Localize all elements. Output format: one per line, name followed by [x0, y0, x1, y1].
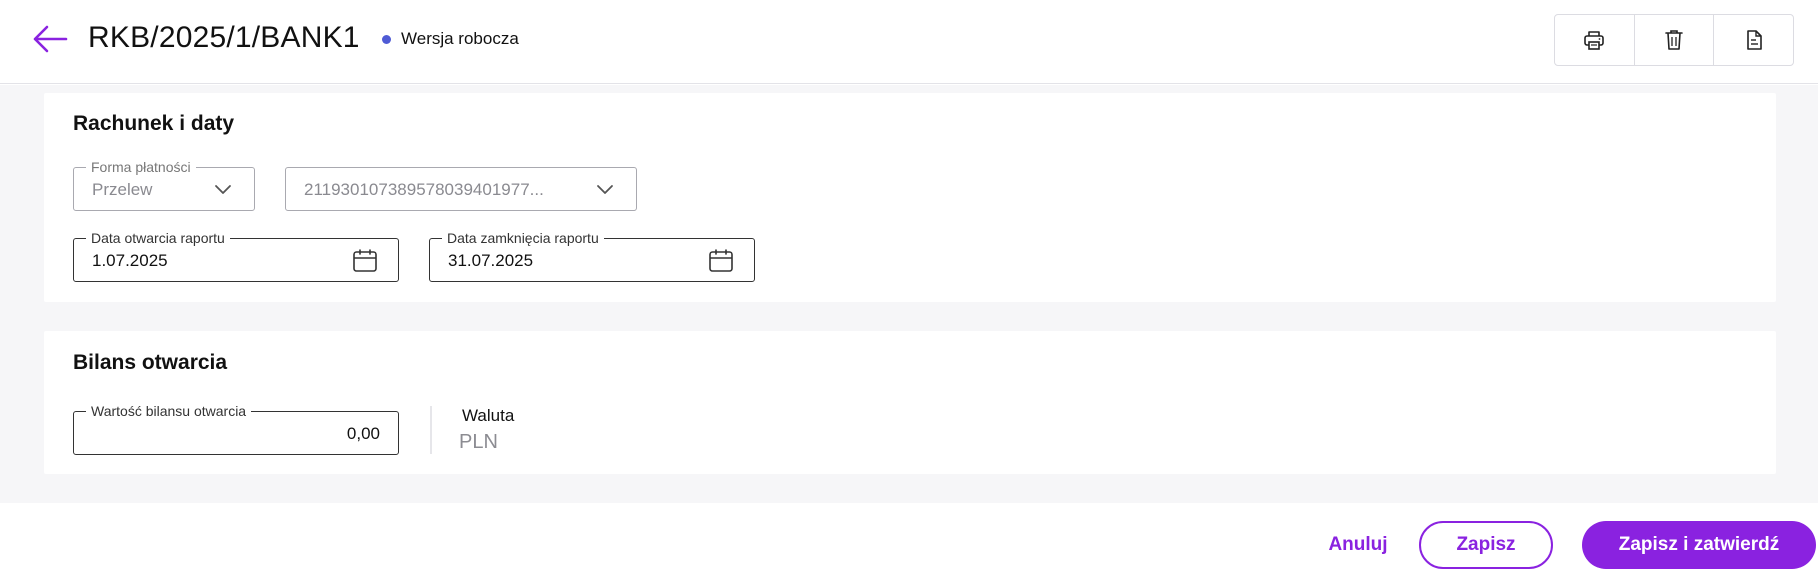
opening-balance-card: Bilans otwarcia Wartość bilansu otwarcia… — [44, 331, 1776, 474]
calendar-icon[interactable] — [352, 248, 378, 274]
section-title: Rachunek i daty — [73, 112, 235, 135]
printer-icon — [1584, 31, 1605, 50]
trash-icon — [1665, 30, 1683, 50]
status-badge: Wersja robocza — [382, 28, 519, 50]
field-value: 1.07.2025 — [92, 251, 168, 270]
arrow-left-icon — [33, 25, 68, 53]
save-and-confirm-button[interactable]: Zapisz i zatwierdź — [1582, 521, 1816, 569]
page-title: RKB/2025/1/BANK1 — [88, 21, 360, 54]
calendar-icon[interactable] — [708, 248, 734, 274]
cancel-button[interactable]: Anuluj — [1316, 522, 1400, 568]
status-label: Wersja robocza — [401, 29, 519, 48]
divider — [430, 406, 432, 454]
page-header: RKB/2025/1/BANK1 Wersja robocza — [0, 0, 1818, 84]
field-value: 0,00 — [346, 424, 380, 443]
account-dates-card: Rachunek i daty Forma płatności Przelew … — [44, 93, 1776, 302]
action-toolbar — [1554, 14, 1794, 66]
field-label: Data otwarcia raportu — [86, 229, 230, 247]
section-title: Bilans otwarcia — [73, 351, 228, 374]
close-date-field[interactable]: Data zamknięcia raportu 31.07.2025 — [429, 229, 755, 282]
field-label: Wartość bilansu otwarcia — [86, 402, 252, 420]
payment-form-select[interactable]: Forma płatności Przelew — [73, 158, 255, 211]
field-value: Przelew — [92, 180, 153, 199]
field-label: Forma płatności — [86, 158, 196, 176]
field-value: 211930107389578039401977... — [304, 180, 544, 199]
delete-button[interactable] — [1633, 15, 1714, 65]
opening-balance-input[interactable]: Wartość bilansu otwarcia 0,00 — [73, 402, 399, 455]
currency-value: PLN — [459, 431, 498, 453]
bank-account-select[interactable]: 211930107389578039401977... — [285, 167, 637, 211]
status-dot-icon — [382, 34, 391, 44]
save-button[interactable]: Zapisz — [1419, 521, 1553, 569]
currency-label: Waluta — [462, 406, 515, 425]
back-button[interactable] — [30, 22, 70, 56]
print-button[interactable] — [1555, 15, 1634, 65]
document-button[interactable] — [1713, 15, 1793, 65]
chevron-down-icon — [215, 185, 231, 194]
open-date-field[interactable]: Data otwarcia raportu 1.07.2025 — [73, 229, 399, 282]
document-icon — [1746, 30, 1762, 50]
field-value: 31.07.2025 — [448, 251, 534, 270]
field-label: Data zamknięcia raportu — [442, 229, 604, 247]
chevron-down-icon — [597, 185, 613, 194]
